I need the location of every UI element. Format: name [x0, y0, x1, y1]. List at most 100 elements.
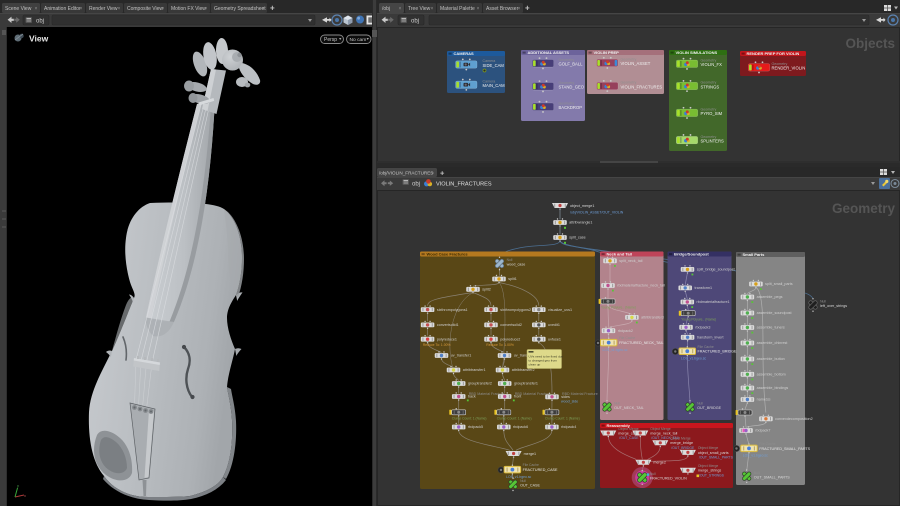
- svg-text:Young Polyure.. (Name): Young Polyure.. (Name): [601, 306, 636, 310]
- svg-text:VIOLIN PREP: VIOLIN PREP: [594, 50, 620, 55]
- svg-text:File Cache: File Cache: [759, 442, 775, 446]
- svg-text:uvedit1: uvedit1: [548, 323, 560, 327]
- svg-text:attribwrangle1: attribwrangle1: [569, 221, 592, 225]
- svg-text:Null: Null: [754, 471, 760, 475]
- svg-text:Tree View: Tree View: [408, 6, 431, 12]
- svg-text:front: front: [514, 395, 521, 399]
- svg-text:attribtransfer2: attribtransfer2: [512, 368, 535, 372]
- svg-text:split_bridge_soundpost: split_bridge_soundpost: [697, 268, 735, 272]
- svg-text:Bridge/Soundpost: Bridge/Soundpost: [674, 252, 709, 257]
- svg-text:LOS_v1.bgeo.sc: LOS_v1.bgeo.sc: [681, 356, 706, 360]
- svg-text:VIOLIN_FRACTURES: VIOLIN_FRACTURES: [621, 84, 663, 89]
- svg-text:obj: obj: [411, 18, 419, 24]
- svg-text:STRINGS: STRINGS: [701, 84, 720, 89]
- svg-text:×: ×: [477, 6, 480, 12]
- svg-text:object_small_parts: object_small_parts: [698, 451, 729, 455]
- svg-text:OUT_NECK_TAIL: OUT_NECK_TAIL: [614, 406, 644, 410]
- svg-text:FRACTURED_NECK_TAIL: FRACTURED_NECK_TAIL: [619, 341, 664, 345]
- svg-text:PYRO_SIM: PYRO_SIM: [701, 111, 723, 116]
- svg-text:merge_neck_tail: merge_neck_tail: [650, 431, 677, 435]
- svg-text:+: +: [440, 169, 445, 178]
- svg-text:OUT_BRIDGE: OUT_BRIDGE: [697, 406, 722, 410]
- svg-text:Young Polyure.. (Name): Young Polyure.. (Name): [681, 317, 716, 321]
- svg-text:transform1: transform1: [694, 286, 712, 290]
- svg-text:LOS_v1.bgeo.sc: LOS_v1.bgeo.sc: [743, 454, 768, 458]
- svg-text:assemble_soundpost: assemble_soundpost: [757, 311, 792, 315]
- svg-text:SPLINTERS: SPLINTERS: [701, 138, 724, 143]
- svg-text:Asset Browser: Asset Browser: [486, 6, 519, 12]
- svg-text:uv_transfer1: uv_transfer1: [451, 354, 472, 358]
- svg-text:object_merge1: object_merge1: [570, 204, 594, 208]
- svg-text:OUT_CASE: OUT_CASE: [520, 484, 540, 488]
- svg-text:Object Merge: Object Merge: [698, 464, 718, 468]
- svg-text:GOLF_BALL: GOLF_BALL: [559, 62, 584, 67]
- svg-text:Small Parts: Small Parts: [743, 252, 766, 257]
- svg-text:OUT_SMALL_PARTS: OUT_SMALL_PARTS: [754, 475, 790, 479]
- svg-text:/OUT_STRINGS: /OUT_STRINGS: [699, 474, 725, 478]
- svg-text:FRACTURED_CASE: FRACTURED_CASE: [523, 468, 558, 472]
- svg-text:Object Merge: Object Merge: [618, 427, 638, 431]
- svg-text:VIOLIN_ASSET: VIOLIN_ASSET: [621, 61, 651, 66]
- svg-text:SIDE_CAM: SIDE_CAM: [483, 63, 505, 68]
- svg-text:convertsolid1: convertsolid1: [437, 323, 459, 327]
- svg-text:FRACTURED_VIOLIN: FRACTURED_VIOLIN: [650, 477, 687, 481]
- svg-text:Reduce To: 1.00%: Reduce To: 1.00%: [486, 343, 514, 347]
- svg-text:sides: sides: [561, 395, 570, 399]
- svg-text:split_small_parts: split_small_parts: [765, 282, 793, 286]
- svg-text:Null: Null: [614, 402, 620, 406]
- svg-text:assemble_bottom: assemble_bottom: [757, 373, 786, 377]
- svg-text:+: +: [525, 4, 530, 13]
- svg-text:LOS_v1.bgeo.sc: LOS_v1.bgeo.sc: [602, 348, 627, 352]
- svg-text:/obj/VIOLIN_FRACTURES: /obj/VIOLIN_FRACTURES: [379, 171, 433, 176]
- svg-text:/obj/VIOLIN_ASSET/OUT_VIOLIN: /obj/VIOLIN_ASSET/OUT_VIOLIN: [570, 211, 624, 215]
- svg-text:assemble_chinrest: assemble_chinrest: [757, 341, 788, 345]
- svg-text:polyreduce2: polyreduce2: [500, 337, 520, 341]
- svg-text:VIOLIN_FX: VIOLIN_FX: [701, 62, 723, 67]
- svg-text:polyreduce1: polyreduce1: [437, 337, 457, 341]
- svg-text:Null: Null: [697, 402, 703, 406]
- svg-text:wood_case: wood_case: [507, 263, 526, 267]
- svg-text:File Cache: File Cache: [619, 336, 635, 340]
- svg-text:×: ×: [518, 6, 521, 12]
- svg-text:uvfuse1: uvfuse1: [548, 337, 561, 341]
- svg-text:split_neck_tail: split_neck_tail: [619, 259, 642, 263]
- svg-text:/OUT_BRIDGE: /OUT_BRIDGE: [671, 446, 695, 450]
- svg-text:rbdpack4: rbdpack4: [561, 425, 576, 429]
- svg-text:VIOLIN_FRACTURES: VIOLIN_FRACTURES: [436, 182, 492, 188]
- svg-text:merge2: merge2: [653, 461, 666, 465]
- svg-text:/obj: /obj: [382, 6, 390, 12]
- svg-text:CAMERAS: CAMERAS: [454, 51, 475, 56]
- svg-text:split1: split1: [508, 277, 517, 281]
- svg-text:rbdpack6: rbdpack6: [513, 425, 528, 429]
- svg-text:assemble_tuners: assemble_tuners: [757, 326, 785, 330]
- svg-text:FRACTURED_BRIDGE: FRACTURED_BRIDGE: [698, 350, 737, 354]
- svg-text:LOS_v1.bgeo.sc: LOS_v1.bgeo.sc: [506, 475, 531, 479]
- svg-text:split_case: split_case: [569, 236, 585, 240]
- svg-text:visualize_uvs1: visualize_uvs1: [548, 308, 572, 312]
- svg-text:×: ×: [431, 6, 434, 12]
- svg-text:assemble_pegs: assemble_pegs: [757, 295, 783, 299]
- svg-text:assemble_bindings: assemble_bindings: [757, 386, 789, 390]
- svg-text:convexdecomposition2: convexdecomposition2: [775, 417, 813, 421]
- svg-text:attribtransfer3: attribtransfer3: [641, 316, 664, 320]
- svg-text:rbdpack3: rbdpack3: [695, 326, 710, 330]
- svg-text:RENDER_VIOLIN: RENDER_VIOLIN: [772, 66, 806, 71]
- svg-text:rbdpack7: rbdpack7: [755, 429, 770, 433]
- svg-text:rbdpack2: rbdpack2: [618, 329, 633, 333]
- svg-text:convertsolid2: convertsolid2: [500, 323, 522, 327]
- svg-text:Reduce To: 1.00%: Reduce To: 1.00%: [423, 343, 451, 347]
- svg-text:grouptransfer1: grouptransfer1: [514, 382, 538, 386]
- svg-text:File Cache: File Cache: [698, 345, 714, 349]
- svg-text:Null: Null: [507, 258, 513, 262]
- svg-text:STAND_GEO: STAND_GEO: [559, 85, 585, 90]
- svg-text:merge_bridge: merge_bridge: [670, 441, 693, 445]
- svg-text:Geometry: Geometry: [832, 201, 896, 216]
- svg-text:rbdmaterialfracture1: rbdmaterialfracture1: [697, 300, 730, 304]
- svg-text:clean up: clean up: [529, 363, 541, 367]
- svg-text:Null: Null: [650, 472, 656, 476]
- svg-text:left_over_strings: left_over_strings: [820, 304, 847, 308]
- svg-text:MAIN_CAM: MAIN_CAM: [483, 83, 506, 88]
- svg-text:merge_strings: merge_strings: [698, 469, 722, 473]
- svg-text:assemble_button: assemble_button: [757, 357, 785, 361]
- svg-text:Wood Case Fractures: Wood Case Fractures: [427, 252, 469, 257]
